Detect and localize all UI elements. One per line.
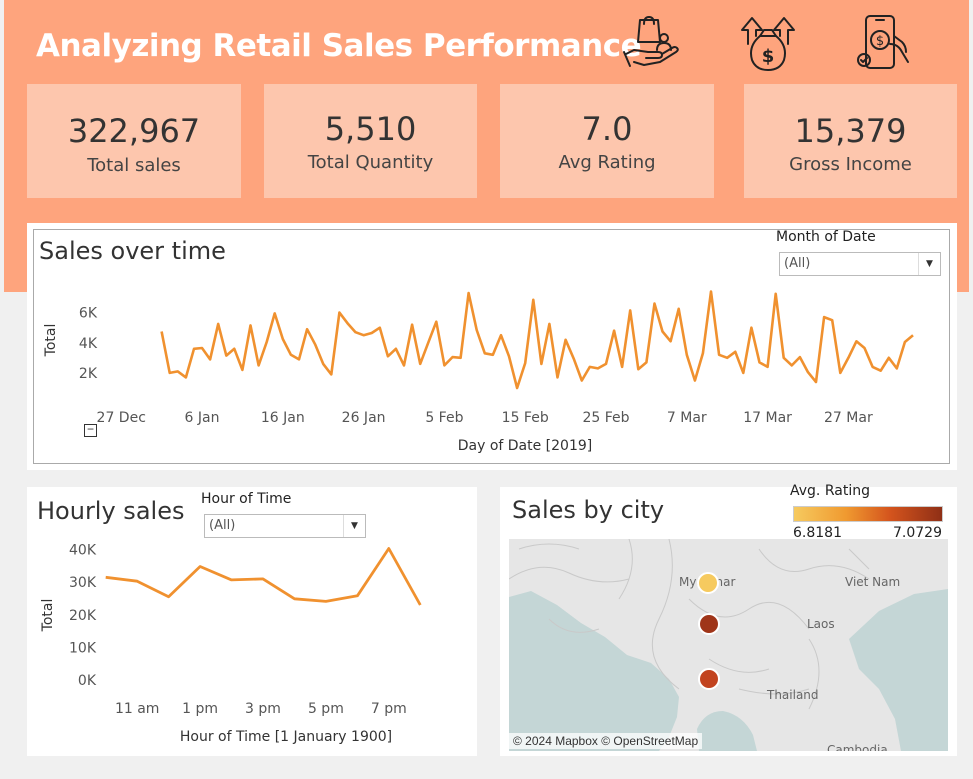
x-tick-label: 5 pm	[308, 701, 344, 717]
kpi-label: Total sales	[87, 155, 181, 176]
y-tick-label: 2K	[79, 366, 98, 382]
city-marker[interactable]	[698, 613, 720, 635]
x-tick-label: 27 Mar	[824, 410, 873, 426]
city-map[interactable]: Myanmar Viet Nam Laos Thailand Cambodia	[509, 539, 948, 751]
y-tick-label: 40K	[69, 543, 97, 559]
kpi-label: Total Quantity	[307, 152, 434, 173]
legend-title: Avg. Rating	[790, 483, 870, 499]
kpi-value: 15,379	[794, 112, 907, 150]
y-tick-label: 6K	[79, 306, 98, 322]
map-label-viet-nam: Viet Nam	[845, 575, 900, 589]
map-label-cambodia: Cambodia	[827, 743, 888, 751]
mobile-payment-icon: $	[857, 15, 909, 69]
kpi-label: Avg Rating	[558, 152, 656, 173]
kpi-total-quantity: 5,510 Total Quantity	[264, 84, 477, 198]
svg-text:$: $	[876, 34, 884, 49]
x-tick-label: 25 Feb	[582, 410, 629, 426]
money-growth-icon: $	[741, 17, 795, 71]
sales-line-chart: Total 2K 4K 6K 27 Dec 6 Jan 16 Jan 26 Jan 5 Feb 1…	[43, 290, 914, 454]
kpi-total-sales: 322,967 Total sales	[27, 84, 241, 198]
hourly-line-chart: Total 0K 10K 20K 30K 40K 11 am 1 pm 3 pm 5 pm 7 pm…	[40, 543, 422, 745]
x-tick-label: 26 Jan	[342, 410, 386, 426]
y-tick-label: 0K	[78, 673, 97, 689]
x-axis-label: Hour of Time [1 January 1900]	[180, 729, 392, 745]
month-filter-value: (All)	[784, 256, 811, 271]
month-filter-label: Month of Date	[776, 229, 876, 245]
dashboard-title: Analyzing Retail Sales Performance	[36, 28, 642, 64]
sales-panel-title: Sales over time	[39, 237, 226, 265]
x-tick-label: 1 pm	[182, 701, 218, 717]
x-tick-label: 16 Jan	[261, 410, 305, 426]
kpi-value: 5,510	[324, 110, 417, 148]
chevron-down-icon: ▼	[343, 515, 365, 537]
svg-text:$: $	[762, 46, 775, 67]
city-marker[interactable]	[698, 668, 720, 690]
x-tick-label: 27 Dec	[97, 410, 146, 426]
rating-color-legend	[793, 506, 943, 522]
y-tick-label: 10K	[69, 640, 97, 656]
x-tick-label: 17 Mar	[743, 410, 792, 426]
map-panel-title: Sales by city	[512, 496, 665, 524]
map-attribution: © 2024 Mapbox © OpenStreetMap	[509, 733, 703, 749]
month-filter-dropdown[interactable]: (All) ▼	[779, 252, 941, 276]
x-tick-label: 11 am	[115, 701, 159, 717]
x-tick-label: 7 pm	[371, 701, 407, 717]
hour-filter-label: Hour of Time	[201, 491, 292, 507]
y-axis-label: Total	[43, 324, 59, 358]
x-tick-label: 5 Feb	[425, 410, 463, 426]
hourly-panel-title: Hourly sales	[37, 497, 185, 525]
hourly-series-line	[105, 547, 422, 606]
kpi-value: 322,967	[67, 112, 201, 150]
x-tick-label: 6 Jan	[185, 410, 220, 426]
y-tick-label: 30K	[69, 575, 97, 591]
kpi-label: Gross Income	[789, 154, 912, 175]
kpi-avg-rating: 7.0 Avg Rating	[500, 84, 714, 198]
x-tick-label: 15 Feb	[502, 410, 549, 426]
chevron-down-icon: ▼	[918, 253, 940, 275]
shopping-hand-icon	[623, 16, 679, 67]
y-tick-label: 4K	[79, 336, 98, 352]
kpi-gross-income: 15,379 Gross Income	[744, 84, 957, 198]
x-tick-label: 7 Mar	[667, 410, 707, 426]
x-axis-label: Day of Date [2019]	[458, 438, 593, 454]
x-tick-label: 3 pm	[245, 701, 281, 717]
kpi-value: 7.0	[581, 110, 633, 148]
sales-series-line	[160, 290, 914, 390]
y-axis-label: Total	[40, 599, 56, 633]
y-tick-label: 20K	[69, 608, 97, 624]
hour-filter-value: (All)	[209, 518, 236, 533]
city-marker[interactable]	[697, 572, 719, 594]
map-label-laos: Laos	[807, 617, 835, 631]
map-label-thailand: Thailand	[766, 688, 819, 702]
